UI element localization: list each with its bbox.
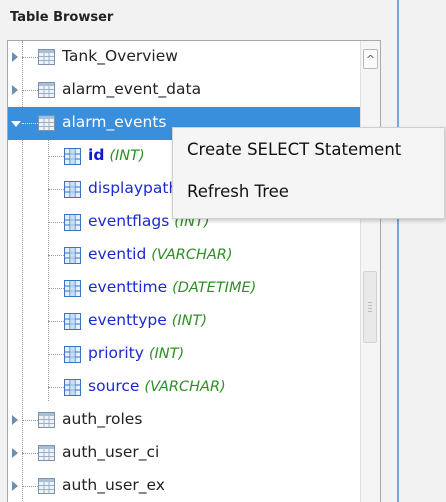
expand-arrow-icon[interactable] (12, 85, 18, 95)
column-name: eventtype (88, 311, 167, 329)
column-type: (VARCHAR) (144, 379, 226, 395)
column-name: eventflags (88, 212, 170, 230)
menu-item-refresh-tree[interactable]: Refresh Tree (187, 182, 289, 201)
column-name: id (88, 146, 105, 164)
column-icon (64, 313, 81, 330)
table-icon (38, 82, 55, 98)
table-name: auth_user_ex (62, 476, 165, 494)
context-menu: Create SELECT Statement Refresh Tree (172, 127, 445, 219)
column-icon (64, 181, 81, 198)
column-icon (64, 280, 81, 297)
table-name: auth_roles (62, 410, 143, 428)
collapse-arrow-icon[interactable] (11, 121, 21, 127)
column-icon (64, 346, 81, 363)
tree-guide-line (48, 137, 49, 401)
table-icon (38, 478, 55, 494)
column-name: source (88, 377, 140, 395)
expand-arrow-icon[interactable] (12, 448, 18, 458)
expand-arrow-icon[interactable] (12, 415, 18, 425)
column-icon (64, 214, 81, 231)
table-icon (38, 412, 55, 428)
table-name: alarm_event_data (62, 80, 202, 98)
expand-arrow-icon[interactable] (12, 481, 18, 491)
table-icon (38, 445, 55, 461)
panel-splitter[interactable] (397, 0, 399, 502)
column-icon (64, 148, 81, 165)
column-icon (64, 379, 81, 396)
column-name: priority (88, 344, 144, 362)
column-type: (DATETIME) (172, 280, 257, 296)
scrollbar-thumb[interactable] (363, 271, 377, 343)
column-type: (INT) (171, 313, 208, 329)
scroll-up-button[interactable]: ^ (363, 49, 378, 69)
table-icon (38, 115, 55, 131)
panel-title: Table Browser (10, 10, 114, 25)
expand-arrow-icon[interactable] (12, 52, 18, 62)
column-icon (64, 247, 81, 264)
table-name: alarm_events (62, 113, 167, 131)
menu-item-create-select[interactable]: Create SELECT Statement (187, 140, 401, 159)
column-name: eventid (88, 245, 147, 263)
column-type: (VARCHAR) (151, 247, 233, 263)
column-type: (INT) (109, 148, 145, 164)
column-name: eventtime (88, 278, 168, 296)
table-name: Tank_Overview (62, 47, 178, 65)
column-name: displaypath (88, 179, 179, 197)
table-icon (38, 49, 55, 65)
table-name: auth_user_ci (62, 443, 160, 461)
table-tree[interactable]: Tank_Overview alarm_event_data alarm_eve… (7, 40, 381, 502)
column-type: (INT) (148, 346, 185, 362)
